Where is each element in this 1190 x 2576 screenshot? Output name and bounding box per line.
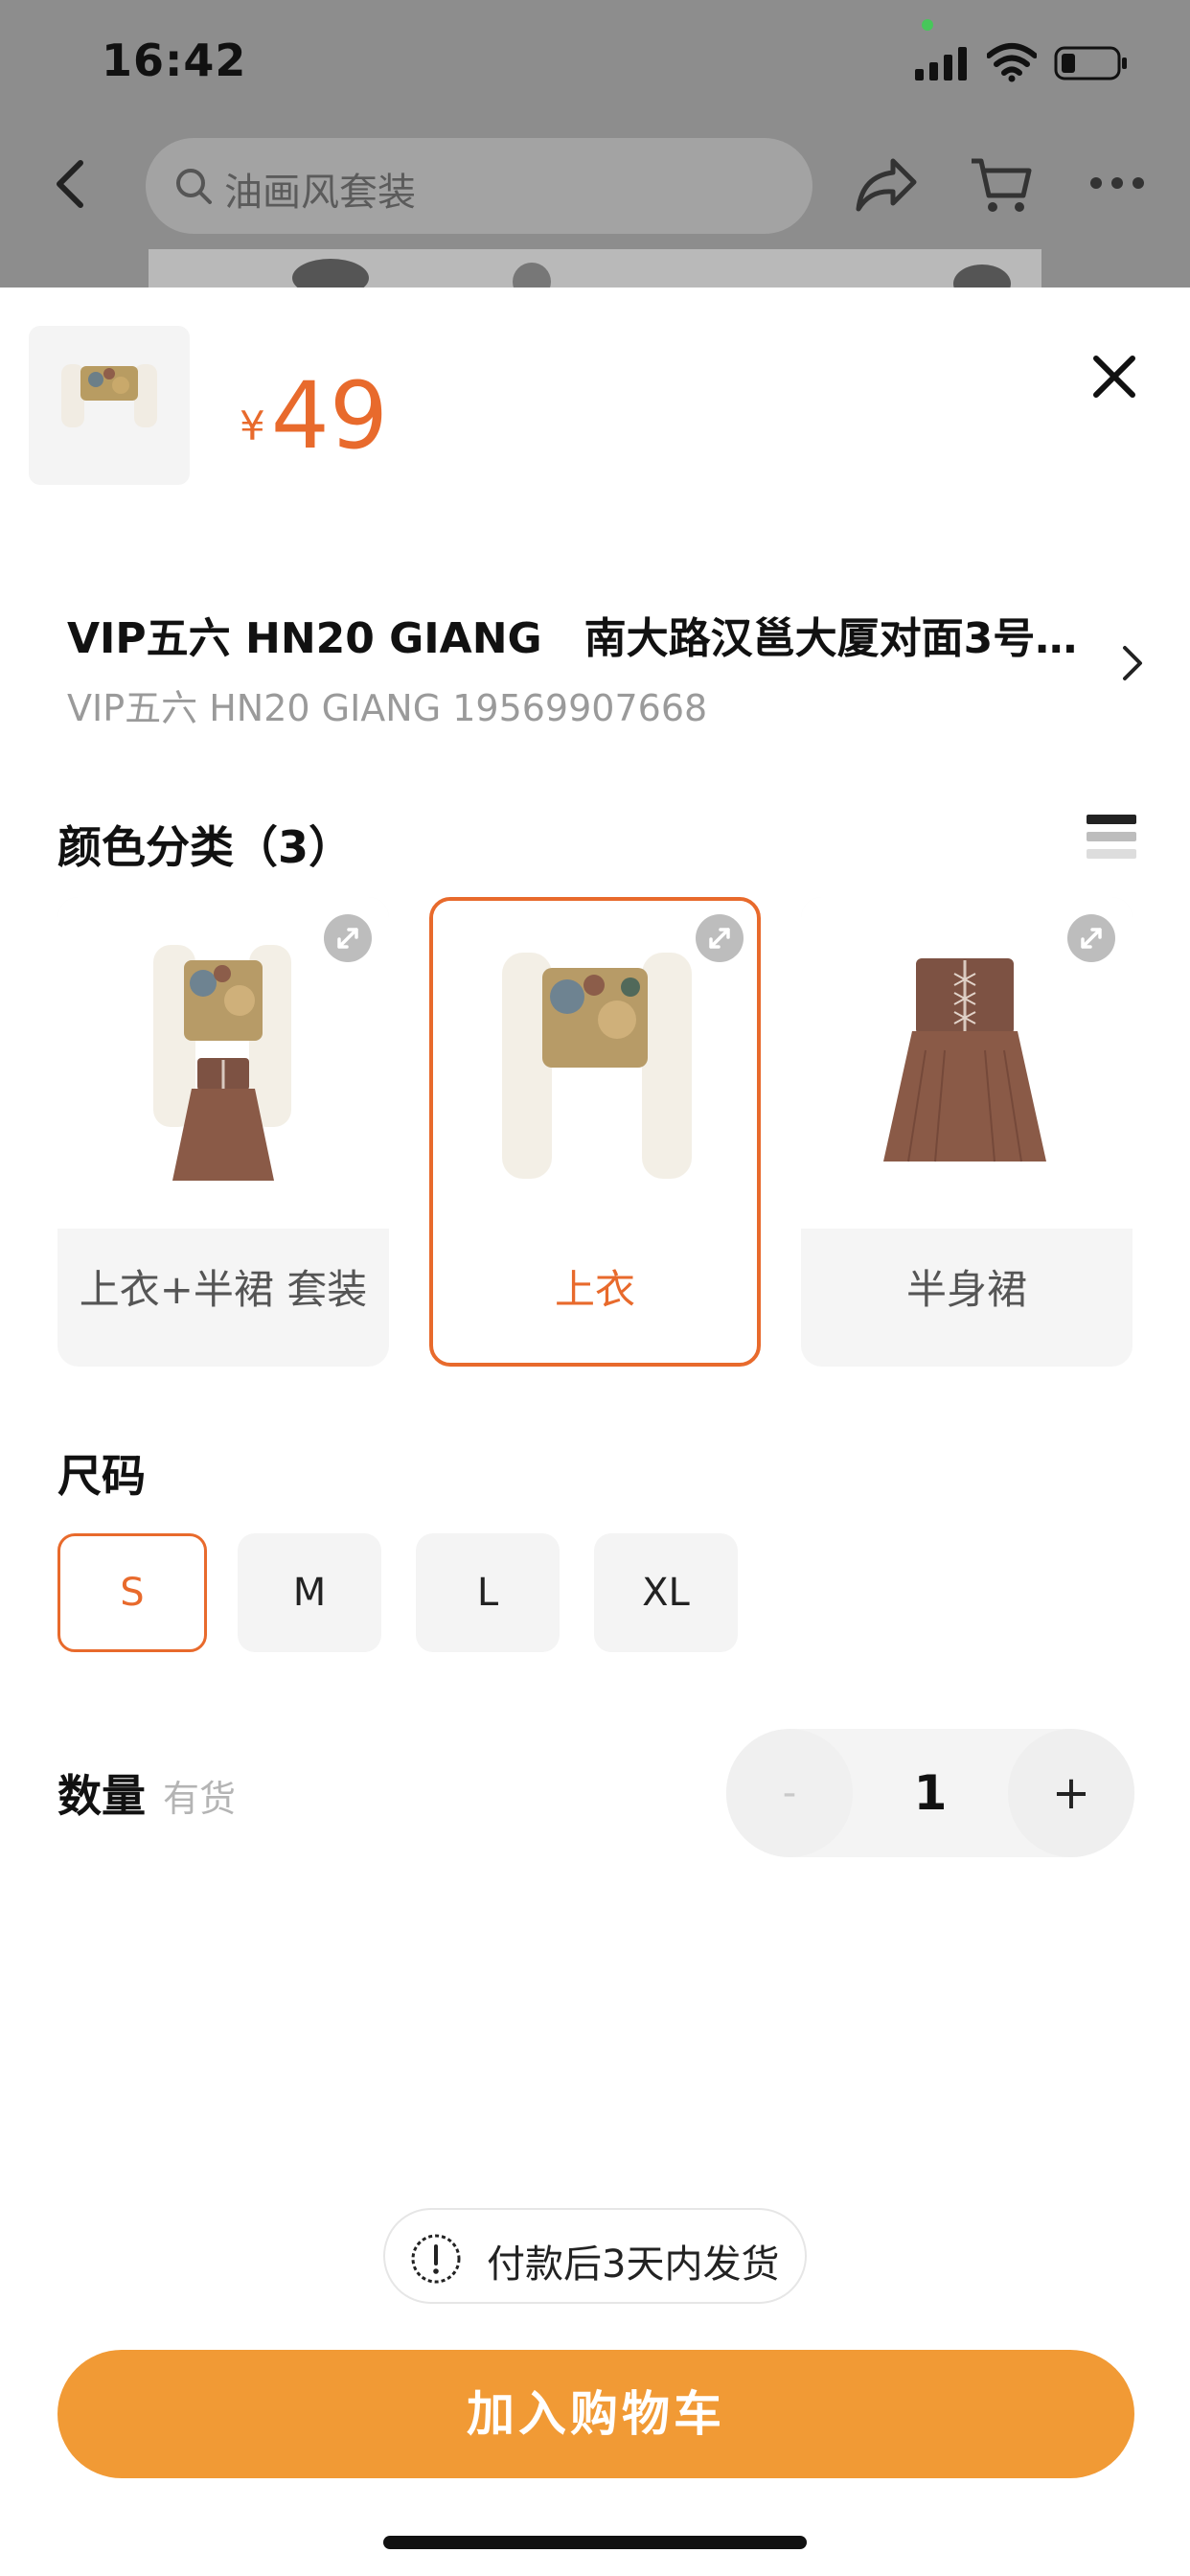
sku-selection-sheet: ¥49 VIP五六 HN20 GIANG 南大路汉邕大厦对面3号… VIP五六 … xyxy=(0,288,1190,2576)
close-icon[interactable] xyxy=(1088,351,1140,402)
decrement-button[interactable]: - xyxy=(726,1729,853,1857)
price-amount: 49 xyxy=(270,362,388,470)
quantity-stepper: - 1 + xyxy=(726,1729,1134,1857)
share-icon[interactable] xyxy=(855,155,918,215)
expand-icon[interactable] xyxy=(1067,914,1115,962)
size-option-s[interactable]: S xyxy=(57,1533,207,1652)
increment-button[interactable]: + xyxy=(1008,1729,1134,1857)
search-placeholder: 油画风套装 xyxy=(224,171,416,215)
cart-icon[interactable] xyxy=(970,153,1033,217)
status-time: 16:42 xyxy=(102,34,247,86)
color-option-skirt[interactable]: 半身裙 xyxy=(801,897,1133,1367)
currency-symbol: ¥ xyxy=(240,402,265,449)
battery-icon xyxy=(1054,46,1127,80)
shipping-note: 付款后3天内发货 xyxy=(383,2208,807,2304)
alert-icon xyxy=(411,2234,461,2284)
background-product-image xyxy=(149,249,1041,303)
quantity-label: 数量 xyxy=(57,1770,146,1822)
home-indicator xyxy=(383,2536,807,2549)
size-option-m[interactable]: M xyxy=(238,1533,381,1652)
privacy-indicator-icon xyxy=(922,19,933,31)
color-option-label: 上衣 xyxy=(554,1266,635,1313)
stock-status: 有货 xyxy=(163,1778,237,1820)
size-section-title: 尺码 xyxy=(57,1450,146,1502)
more-icon[interactable] xyxy=(1088,169,1146,197)
expand-icon[interactable] xyxy=(324,914,372,962)
address-line: VIP五六 HN20 GIANG 南大路汉邕大厦对面3号… xyxy=(67,614,1078,663)
search-input[interactable]: 油画风套装 xyxy=(146,138,812,234)
color-option-label: 上衣+半裙 套装 xyxy=(79,1266,368,1313)
shipping-note-text: 付款后3天内发货 xyxy=(487,2242,780,2287)
status-bar: 16:42 xyxy=(0,0,1190,125)
color-option-top[interactable]: 上衣 xyxy=(429,897,761,1367)
quantity-value[interactable]: 1 xyxy=(853,1729,1008,1857)
wifi-icon xyxy=(987,43,1037,82)
back-icon[interactable] xyxy=(48,155,98,213)
search-icon xyxy=(176,169,212,204)
size-option-l[interactable]: L xyxy=(416,1533,560,1652)
size-option-xl[interactable]: XL xyxy=(594,1533,738,1652)
nav-bar: 油画风套装 xyxy=(0,134,1190,240)
signal-icon xyxy=(915,47,967,80)
list-view-icon[interactable] xyxy=(1087,813,1136,861)
recipient-line: VIP五六 HN20 GIANG 19569907668 xyxy=(67,687,708,729)
color-section-title: 颜色分类（3） xyxy=(57,821,354,873)
expand-icon[interactable] xyxy=(696,914,744,962)
chevron-right-icon[interactable] xyxy=(1119,642,1146,684)
color-option-label: 半身裙 xyxy=(905,1266,1027,1313)
product-thumbnail[interactable] xyxy=(29,326,190,485)
add-to-cart-button[interactable]: 加入购物车 xyxy=(57,2350,1134,2478)
shipping-address[interactable]: VIP五六 HN20 GIANG 南大路汉邕大厦对面3号… VIP五六 HN20… xyxy=(67,604,1121,731)
price: ¥49 xyxy=(240,362,388,470)
color-option-set[interactable]: 上衣+半裙 套装 xyxy=(57,897,389,1367)
background-page: 16:42 油画风套装 xyxy=(0,0,1190,303)
